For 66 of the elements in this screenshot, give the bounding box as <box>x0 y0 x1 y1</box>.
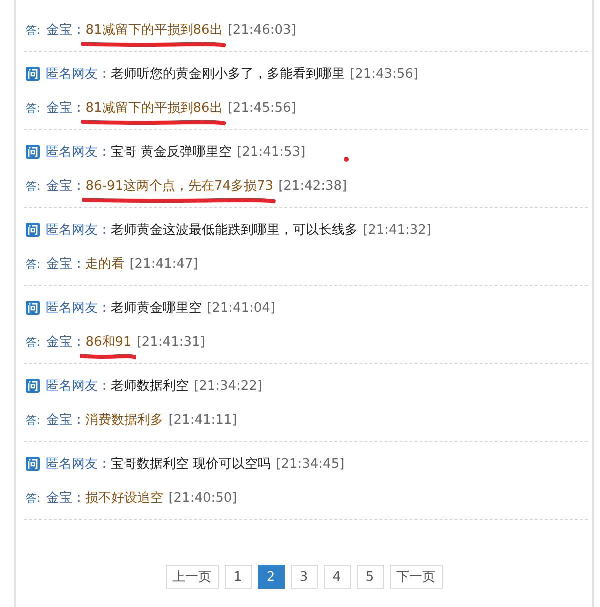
question-text: 宝哥 黄金反弹哪里空 <box>111 144 232 161</box>
timestamp: [21:41:04] <box>207 300 276 316</box>
question-text: 老师听您的黄金刚小多了，多能看到哪里 <box>111 66 345 83</box>
question-icon <box>26 457 40 471</box>
timestamp: [21:41:32] <box>363 222 432 238</box>
colon-text: ： <box>72 490 86 507</box>
answer-label: 答: <box>26 490 41 506</box>
page-number-button[interactable]: 5 <box>356 565 384 589</box>
answer-label: 答: <box>26 334 41 350</box>
answer-text: 81减留下的平损到86出 <box>86 23 223 38</box>
asker-name: 匿名网友： <box>46 66 111 83</box>
page-number-button[interactable]: 2 <box>258 565 284 589</box>
question-icon <box>26 223 40 237</box>
colon-text: ： <box>72 100 86 117</box>
answerer-link[interactable]: 金宝 <box>46 21 73 39</box>
answerer-link[interactable]: 金宝 <box>46 333 73 351</box>
timestamp: [21:43:56] <box>350 66 419 82</box>
answerer-link[interactable]: 金宝 <box>46 177 73 195</box>
asker-name: 匿名网友： <box>46 456 111 473</box>
previous-page-button[interactable]: 上一页 <box>166 565 218 589</box>
answer-label: 答: <box>26 100 41 116</box>
answer-label: 答: <box>26 256 41 272</box>
question-text: 老师黄金哪里空 <box>111 300 202 317</box>
colon-text: ： <box>72 256 86 273</box>
next-page-button[interactable]: 下一页 <box>390 565 442 589</box>
answer-text: 86-91这两个点，先在74多损73 <box>86 179 274 194</box>
colon-text: ： <box>72 334 86 351</box>
question-text: 宝哥数据利空 现价可以空吗 <box>111 456 272 473</box>
timestamp: [21:42:38] <box>278 178 348 194</box>
timestamp: [21:41:11] <box>168 412 238 428</box>
page-number-button[interactable]: 4 <box>324 565 350 589</box>
colon-text: ： <box>72 178 86 195</box>
question-icon <box>26 145 40 159</box>
question-icon <box>26 379 40 393</box>
answer-text: 损不好设追空 <box>86 491 164 506</box>
answerer-link[interactable]: 金宝 <box>46 411 73 429</box>
answerer-link[interactable]: 金宝 <box>46 99 73 117</box>
answer-text: 86和91 <box>86 335 132 350</box>
answerer-link[interactable]: 金宝 <box>46 255 73 273</box>
timestamp: [21:46:03] <box>228 22 296 38</box>
question-icon <box>26 301 40 315</box>
answer-label: 答: <box>26 412 41 428</box>
timestamp: [21:45:56] <box>228 100 296 116</box>
question-text: 老师黄金这波最低能跌到哪里，可以长线多 <box>111 222 358 239</box>
asker-name: 匿名网友： <box>46 144 111 161</box>
asker-name: 匿名网友： <box>46 222 111 239</box>
answer-text: 81减留下的平损到86出 <box>86 101 223 116</box>
page-number-button[interactable]: 1 <box>224 565 252 589</box>
colon-text: ： <box>72 412 86 429</box>
timestamp: [21:34:22] <box>194 378 263 394</box>
asker-name: 匿名网友： <box>46 300 111 317</box>
answer-label: 答: <box>26 178 41 194</box>
colon-text: ： <box>72 22 86 39</box>
page-number-button[interactable]: 3 <box>290 565 318 589</box>
question-text: 老师数据利空 <box>111 378 189 395</box>
timestamp: [21:41:47] <box>130 256 198 272</box>
timestamp: [21:40:50] <box>168 490 238 506</box>
answer-label: 答: <box>26 22 41 38</box>
answerer-link[interactable]: 金宝 <box>46 489 73 507</box>
answer-text: 消费数据利多 <box>86 413 164 428</box>
answer-text: 走的看 <box>86 257 125 272</box>
question-icon <box>26 67 40 81</box>
timestamp: [21:41:53] <box>237 144 306 160</box>
timestamp: [21:34:45] <box>276 456 345 472</box>
asker-name: 匿名网友： <box>46 378 111 395</box>
timestamp: [21:41:31] <box>136 334 206 350</box>
